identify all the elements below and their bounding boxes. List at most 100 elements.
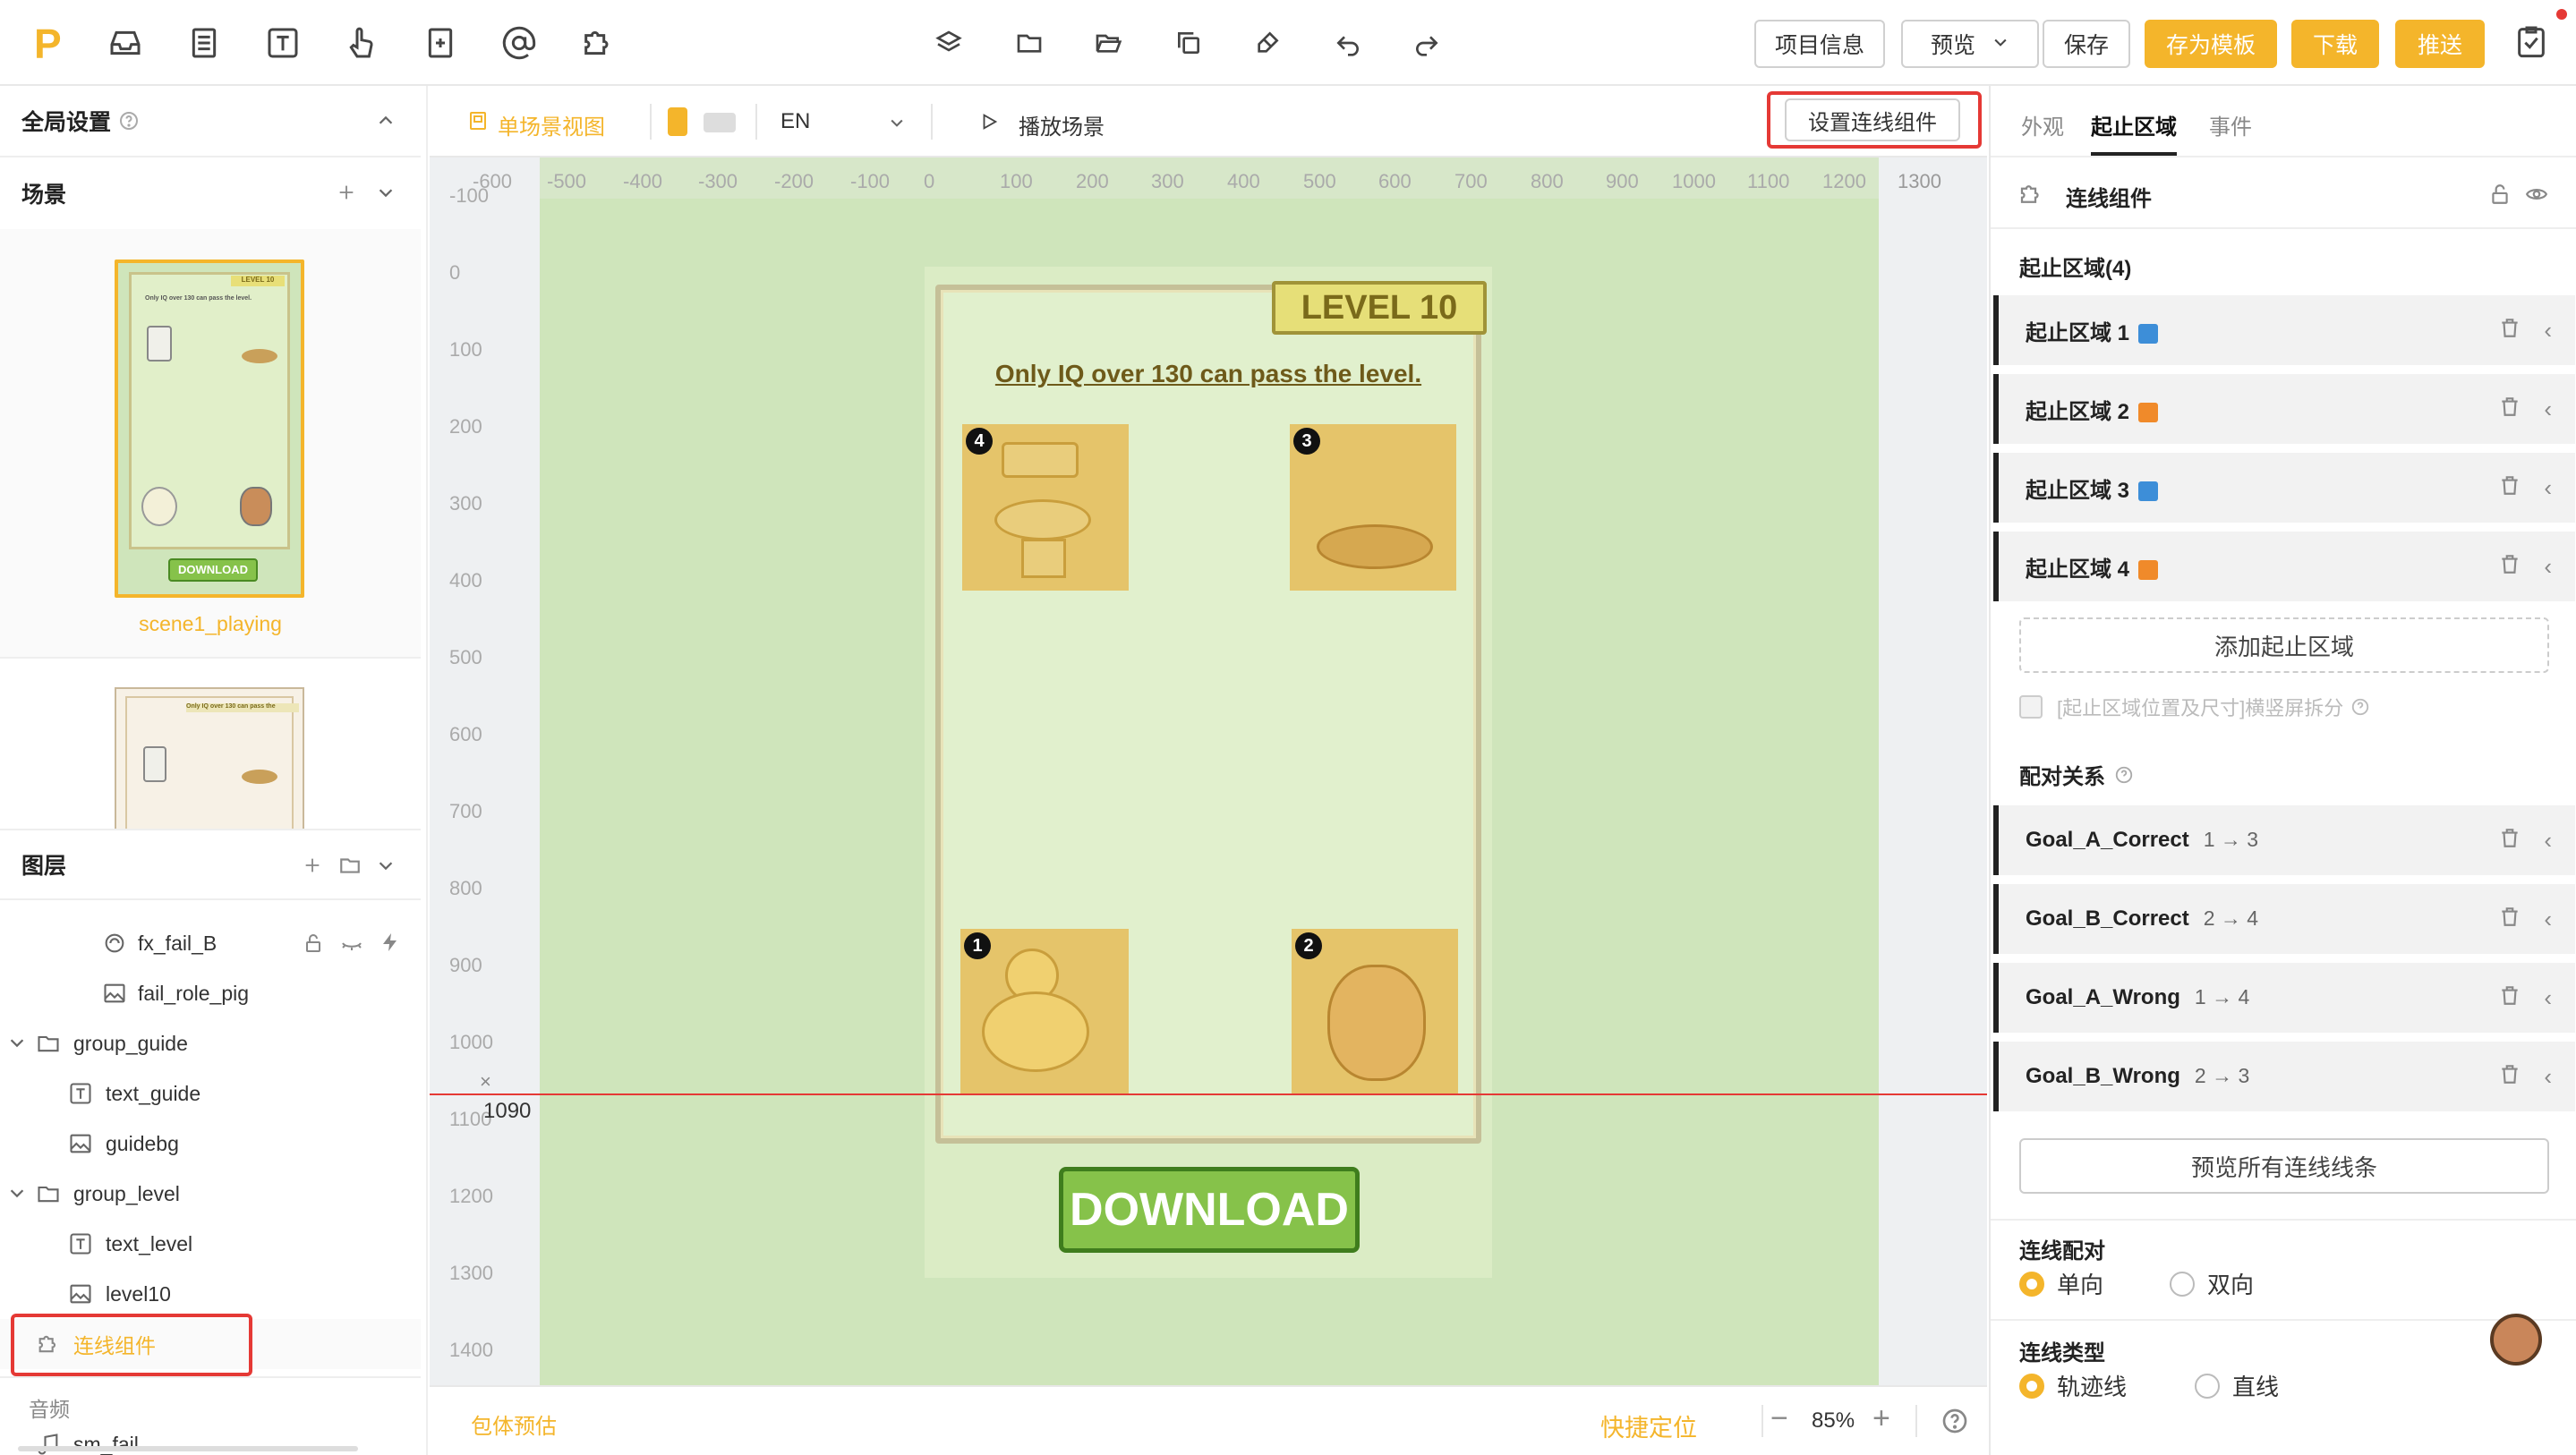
chevron-left-icon[interactable]: ‹ — [2544, 1063, 2552, 1091]
clear-icon[interactable] — [1248, 23, 1287, 63]
tab-appearance[interactable]: 外观 — [2021, 109, 2064, 140]
zone-cell-2[interactable]: 2 — [1292, 929, 1458, 1095]
trash-icon[interactable] — [2498, 826, 2521, 855]
help-icon[interactable] — [1941, 1407, 1969, 1442]
add-zone-button[interactable]: 添加起止区域 — [2019, 617, 2549, 673]
tab-events[interactable]: 事件 — [2209, 109, 2252, 140]
zone-row[interactable]: 起止区域 2 ‹ — [1993, 374, 2575, 444]
hidden-eye-icon[interactable] — [340, 932, 363, 959]
line-type-option-trajectory[interactable]: 轨迹线 — [2019, 1369, 2127, 1402]
zone-row[interactable]: 起止区域 3 ‹ — [1993, 453, 2575, 523]
split-option[interactable]: [起止区域位置及尺寸]横竖屏拆分 — [2019, 691, 2556, 723]
zone-row[interactable]: 起止区域 4 ‹ — [1993, 532, 2575, 601]
chevron-left-icon[interactable]: ‹ — [2544, 906, 2552, 933]
text-icon[interactable] — [263, 23, 303, 63]
save-template-button[interactable]: 存为模板 — [2145, 20, 2277, 68]
layer-row[interactable]: group_level — [0, 1169, 421, 1219]
add-scene-icon[interactable] — [337, 183, 356, 208]
trash-icon[interactable] — [2498, 316, 2521, 345]
scene-view-icon[interactable] — [467, 109, 489, 139]
radio-unselected[interactable] — [2195, 1373, 2220, 1399]
help-icon[interactable] — [2350, 697, 2370, 717]
app-logo[interactable]: P — [34, 20, 70, 67]
play-scene-button[interactable]: 播放场景 — [1019, 109, 1105, 140]
preview-lines-button[interactable]: 预览所有连线线条 — [2019, 1138, 2549, 1194]
add-layer-icon[interactable] — [303, 855, 322, 881]
trash-icon[interactable] — [2498, 473, 2521, 503]
layer-row[interactable]: fail_role_pig — [0, 968, 421, 1018]
zone-row[interactable]: 起止区域 1 ‹ — [1993, 295, 2575, 365]
push-button[interactable]: 推送 — [2395, 20, 2485, 68]
game-scene[interactable]: LEVEL 10 Only IQ over 130 can pass the l… — [925, 267, 1492, 1278]
play-icon[interactable] — [979, 111, 999, 139]
zoom-out-button[interactable]: − — [1770, 1401, 1788, 1436]
folder-icon[interactable] — [338, 854, 362, 883]
chevron-left-icon[interactable]: ‹ — [2544, 317, 2552, 345]
add-page-icon[interactable] — [421, 23, 460, 63]
inbox-icon[interactable] — [106, 23, 145, 63]
tab-start-end-zones[interactable]: 起止区域 — [2091, 109, 2177, 140]
lock-icon[interactable] — [2488, 183, 2512, 212]
portrait-toggle[interactable] — [668, 107, 687, 136]
radio-unselected[interactable] — [2170, 1271, 2195, 1297]
radio-selected[interactable] — [2019, 1271, 2044, 1297]
pointer-icon[interactable] — [342, 23, 381, 63]
layer-row[interactable]: text_guide — [0, 1068, 421, 1119]
chevron-left-icon[interactable]: ‹ — [2544, 984, 2552, 1012]
eye-icon[interactable] — [2524, 183, 2549, 212]
chevron-left-icon[interactable]: ‹ — [2544, 474, 2552, 502]
chevron-down-icon[interactable] — [7, 1183, 27, 1208]
layer-row[interactable]: text_level — [0, 1219, 421, 1269]
pairing-option-one-way[interactable]: 单向 — [2019, 1267, 2103, 1300]
landscape-toggle[interactable] — [704, 113, 736, 132]
chevron-down-icon[interactable] — [376, 183, 396, 208]
undo-icon[interactable] — [1328, 23, 1368, 63]
document-icon[interactable] — [184, 23, 224, 63]
close-icon[interactable]: × — [480, 1070, 491, 1093]
save-button[interactable]: 保存 — [2043, 20, 2130, 68]
layer-row[interactable]: guidebg — [0, 1119, 421, 1169]
single-scene-view-button[interactable]: 单场景视图 — [498, 109, 605, 140]
pair-row[interactable]: Goal_A_Wrong 1 → 4 ‹ — [1993, 963, 2575, 1033]
trash-icon[interactable] — [2498, 983, 2521, 1013]
layers-icon[interactable] — [929, 23, 968, 63]
folder-icon[interactable] — [1010, 23, 1049, 63]
zone-cell-3[interactable]: 3 — [1290, 424, 1456, 591]
pair-row[interactable]: Goal_A_Correct 1 → 3 ‹ — [1993, 805, 2575, 875]
chevron-left-icon[interactable]: ‹ — [2544, 827, 2552, 855]
trash-icon[interactable] — [2498, 395, 2521, 424]
chevron-down-icon[interactable] — [376, 855, 396, 881]
global-settings-header[interactable]: 全局设置 — [0, 86, 421, 157]
layer-row[interactable]: group_guide — [0, 1018, 421, 1068]
pairing-option-two-way[interactable]: 双向 — [2170, 1267, 2254, 1300]
trash-icon[interactable] — [2498, 905, 2521, 934]
trash-icon[interactable] — [2498, 1062, 2521, 1092]
copy-icon[interactable] — [1169, 23, 1208, 63]
language-select[interactable]: EN — [780, 109, 810, 134]
line-type-option-straight[interactable]: 直线 — [2195, 1369, 2279, 1402]
download-button[interactable]: 下载 — [2291, 20, 2379, 68]
scene-thumbnail[interactable]: LEVEL 10 Only IQ over 130 can pass the l… — [115, 260, 304, 598]
quick-locate-button[interactable]: 快捷定位 — [1600, 1408, 1697, 1443]
project-info-button[interactable]: 项目信息 — [1754, 20, 1885, 68]
canvas-area[interactable]: LEVEL 10 Only IQ over 130 can pass the l… — [430, 157, 1987, 1385]
chevron-up-icon[interactable] — [376, 111, 396, 137]
puzzle-icon[interactable] — [578, 23, 618, 63]
at-icon[interactable] — [499, 23, 539, 63]
zoom-in-button[interactable]: + — [1872, 1401, 1890, 1436]
game-download-button[interactable]: DOWNLOAD — [1059, 1167, 1360, 1253]
zone-cell-4[interactable]: 4 — [962, 424, 1129, 591]
chevron-left-icon[interactable]: ‹ — [2544, 553, 2552, 581]
trash-icon[interactable] — [2498, 552, 2521, 582]
scene-thumbnail-2[interactable]: Only IQ over 130 can pass the — [115, 687, 304, 829]
chevron-left-icon[interactable]: ‹ — [2544, 396, 2552, 423]
pair-row[interactable]: Goal_B_Correct 2 → 4 ‹ — [1993, 884, 2575, 954]
help-icon[interactable] — [118, 110, 140, 132]
preview-dropdown[interactable]: 预览 — [1901, 20, 2039, 68]
lock-icon[interactable] — [303, 932, 324, 959]
avatar[interactable] — [2490, 1314, 2542, 1366]
task-clipboard-icon[interactable] — [2512, 21, 2551, 61]
package-estimate-button[interactable]: 包体预估 — [471, 1408, 557, 1440]
radio-selected[interactable] — [2019, 1373, 2044, 1399]
chevron-down-icon[interactable] — [7, 1033, 27, 1058]
